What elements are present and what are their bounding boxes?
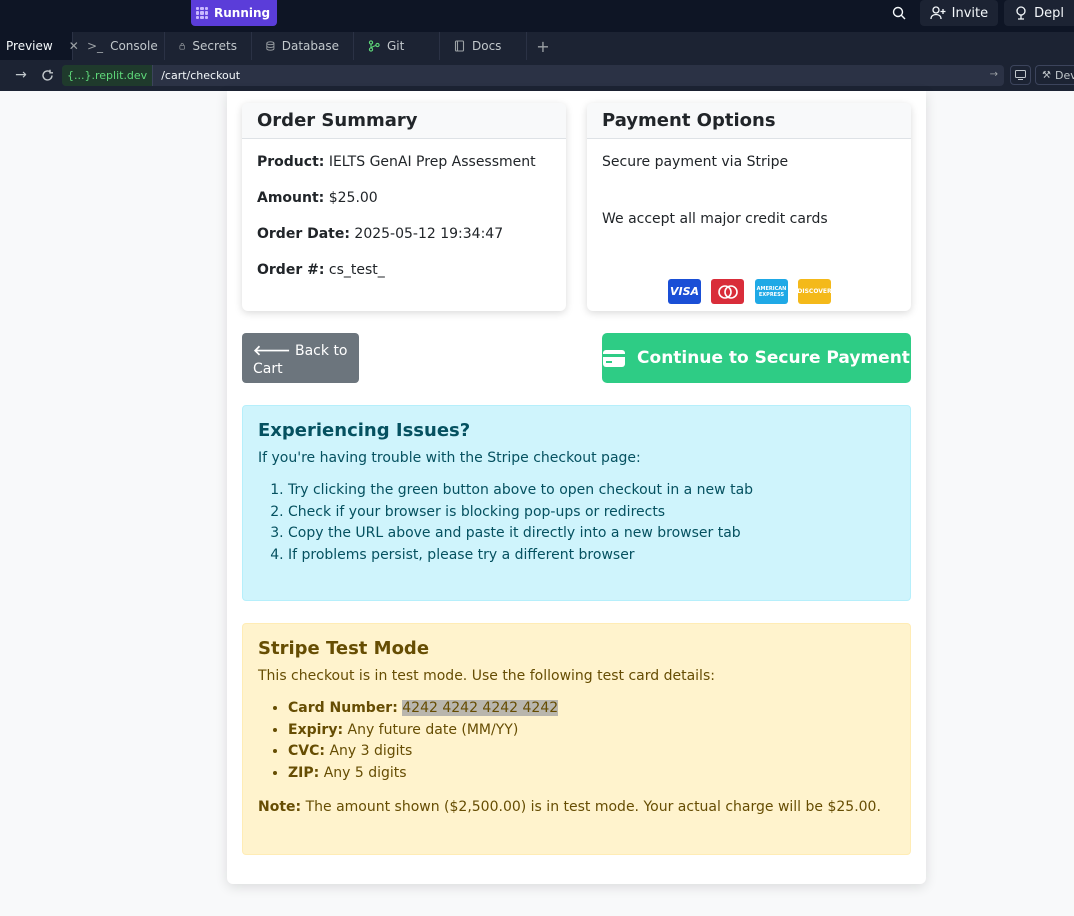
tab-database-label: Database: [281, 39, 339, 53]
deploy-button[interactable]: Depl: [1004, 0, 1074, 26]
wrench-icon: ⚒: [1042, 69, 1051, 81]
list-item: If problems persist, please try a differ…: [288, 545, 895, 567]
list-item: Card Number: 4242 4242 4242 4242: [288, 698, 895, 720]
credit-card-icon: [603, 349, 626, 367]
forward-icon[interactable]: →: [10, 64, 32, 86]
amex-card-icon: AMERICAN EXPRESS: [755, 279, 788, 304]
visa-card-icon: VISA: [668, 279, 701, 304]
amount-value: $25.00: [328, 190, 378, 206]
tab-git-label: Git: [387, 39, 405, 53]
test-mode-intro: This checkout is in test mode. Use the f…: [258, 668, 715, 684]
database-icon: [266, 41, 275, 51]
deploy-icon: [1016, 6, 1026, 20]
deploy-label: Depl: [1034, 5, 1064, 21]
zip-label: ZIP:: [288, 765, 320, 782]
invite-button[interactable]: Invite: [919, 0, 999, 26]
add-tab-button[interactable]: +: [527, 32, 559, 60]
product-label: Product:: [257, 154, 325, 170]
run-status-button[interactable]: Running: [191, 0, 278, 26]
tab-console-label: Console: [110, 39, 158, 53]
arrow-left-icon: 🡐: [253, 343, 291, 359]
amount-row: Amount: $25.00: [257, 191, 551, 206]
order-number-value: cs_test_: [328, 262, 385, 278]
list-item: Try clicking the green button above to o…: [288, 480, 895, 502]
cvc-label: CVC:: [288, 743, 325, 760]
lock-icon: [179, 43, 185, 50]
order-summary-card: Order Summary Product: IELTS GenAI Prep …: [242, 103, 566, 311]
list-item: Check if your browser is blocking pop-up…: [288, 502, 895, 524]
monitor-icon: [1015, 70, 1026, 80]
issues-steps: Try clicking the green button above to o…: [288, 480, 895, 567]
secure-payment-text: Secure payment via Stripe: [602, 154, 789, 170]
issues-title: Experiencing Issues?: [258, 420, 471, 441]
order-number-row: Order #: cs_test_: [257, 263, 551, 278]
replit-topbar: Running Invite Depl: [0, 0, 1074, 32]
tab-docs[interactable]: Docs: [440, 32, 527, 60]
list-item: ZIP: Any 5 digits: [288, 763, 895, 785]
console-icon: >_: [87, 39, 104, 53]
note-text: The amount shown ($2,500.00) is in test …: [305, 798, 881, 815]
payment-options-title: Payment Options: [587, 103, 911, 139]
test-mode-alert: Stripe Test Mode This checkout is in tes…: [242, 623, 911, 855]
order-summary-title: Order Summary: [242, 103, 566, 139]
zip-value: Any 5 digits: [323, 765, 407, 782]
order-date-label: Order Date:: [257, 226, 350, 242]
accepted-cards-text: We accept all major credit cards: [602, 211, 828, 227]
issues-alert: Experiencing Issues? If you're having tr…: [242, 405, 911, 601]
tab-console[interactable]: >_ Console: [73, 32, 165, 60]
note-label: Note:: [258, 798, 302, 815]
amount-label: Amount:: [257, 190, 325, 206]
go-arrow-icon[interactable]: →: [990, 69, 998, 80]
card-number-label: Card Number:: [288, 700, 398, 716]
invite-label: Invite: [951, 5, 989, 21]
product-value: IELTS GenAI Prep Assessment: [328, 154, 536, 170]
devtools-label: Dev: [1054, 68, 1074, 82]
url-bar[interactable]: {...}.replit.dev /cart/checkout →: [62, 65, 1004, 86]
expiry-value: Any future date (MM/YY): [347, 721, 519, 738]
tab-docs-label: Docs: [472, 39, 502, 53]
tab-preview[interactable]: Preview ✕: [0, 32, 79, 60]
test-mode-note: Note: The amount shown ($2,500.00) is in…: [258, 799, 895, 815]
product-row: Product: IELTS GenAI Prep Assessment: [257, 155, 551, 170]
discover-card-icon: DISCOVER: [797, 279, 832, 304]
checkout-container: Order Summary Product: IELTS GenAI Prep …: [227, 91, 926, 884]
workspace-tabs: Preview ✕ >_ Console Secrets Database Gi…: [0, 32, 1074, 60]
tab-preview-label: Preview: [6, 39, 53, 53]
test-mode-title: Stripe Test Mode: [258, 638, 430, 659]
run-grid-icon: [196, 7, 208, 19]
payment-options-card: Payment Options Secure payment via Strip…: [587, 103, 911, 311]
continue-to-payment-button[interactable]: Continue to Secure Payment: [602, 333, 911, 383]
order-date-value: 2025-05-12 19:34:47: [354, 226, 504, 242]
tab-database[interactable]: Database: [252, 32, 354, 60]
tab-git[interactable]: Git: [354, 32, 440, 60]
card-number-value[interactable]: 4242 4242 4242 4242: [402, 700, 559, 716]
mastercard-icon: [711, 279, 744, 304]
expiry-label: Expiry:: [288, 721, 344, 738]
book-icon: [454, 40, 465, 52]
search-icon[interactable]: [884, 0, 914, 26]
preview-viewport: Order Summary Product: IELTS GenAI Prep …: [0, 91, 1074, 916]
add-user-icon: [929, 6, 946, 20]
cvc-value: Any 3 digits: [329, 743, 413, 760]
back-to-cart-button[interactable]: 🡐 Back to Cart: [242, 333, 359, 383]
url-path[interactable]: /cart/checkout: [161, 69, 240, 82]
issues-intro: If you're having trouble with the Stripe…: [258, 450, 641, 466]
run-status-label: Running: [214, 6, 271, 20]
device-preview-button[interactable]: [1010, 65, 1031, 85]
continue-to-payment-label: Continue to Secure Payment: [637, 348, 910, 368]
order-number-label: Order #:: [257, 262, 325, 278]
test-card-details: Card Number: 4242 4242 4242 4242 Expiry:…: [288, 698, 895, 785]
url-toolbar: → {...}.replit.dev /cart/checkout →: [0, 60, 1074, 91]
reload-icon[interactable]: [36, 64, 58, 86]
list-item: Expiry: Any future date (MM/YY): [288, 720, 895, 742]
order-date-row: Order Date: 2025-05-12 19:34:47: [257, 227, 551, 242]
git-icon: [368, 40, 380, 52]
url-host: {...}.replit.dev: [62, 65, 154, 86]
list-item: Copy the URL above and paste it directly…: [288, 523, 895, 545]
devtools-button[interactable]: ⚒ Dev: [1035, 65, 1074, 85]
tab-secrets[interactable]: Secrets: [165, 32, 252, 60]
tab-secrets-label: Secrets: [192, 39, 237, 53]
list-item: CVC: Any 3 digits: [288, 741, 895, 763]
